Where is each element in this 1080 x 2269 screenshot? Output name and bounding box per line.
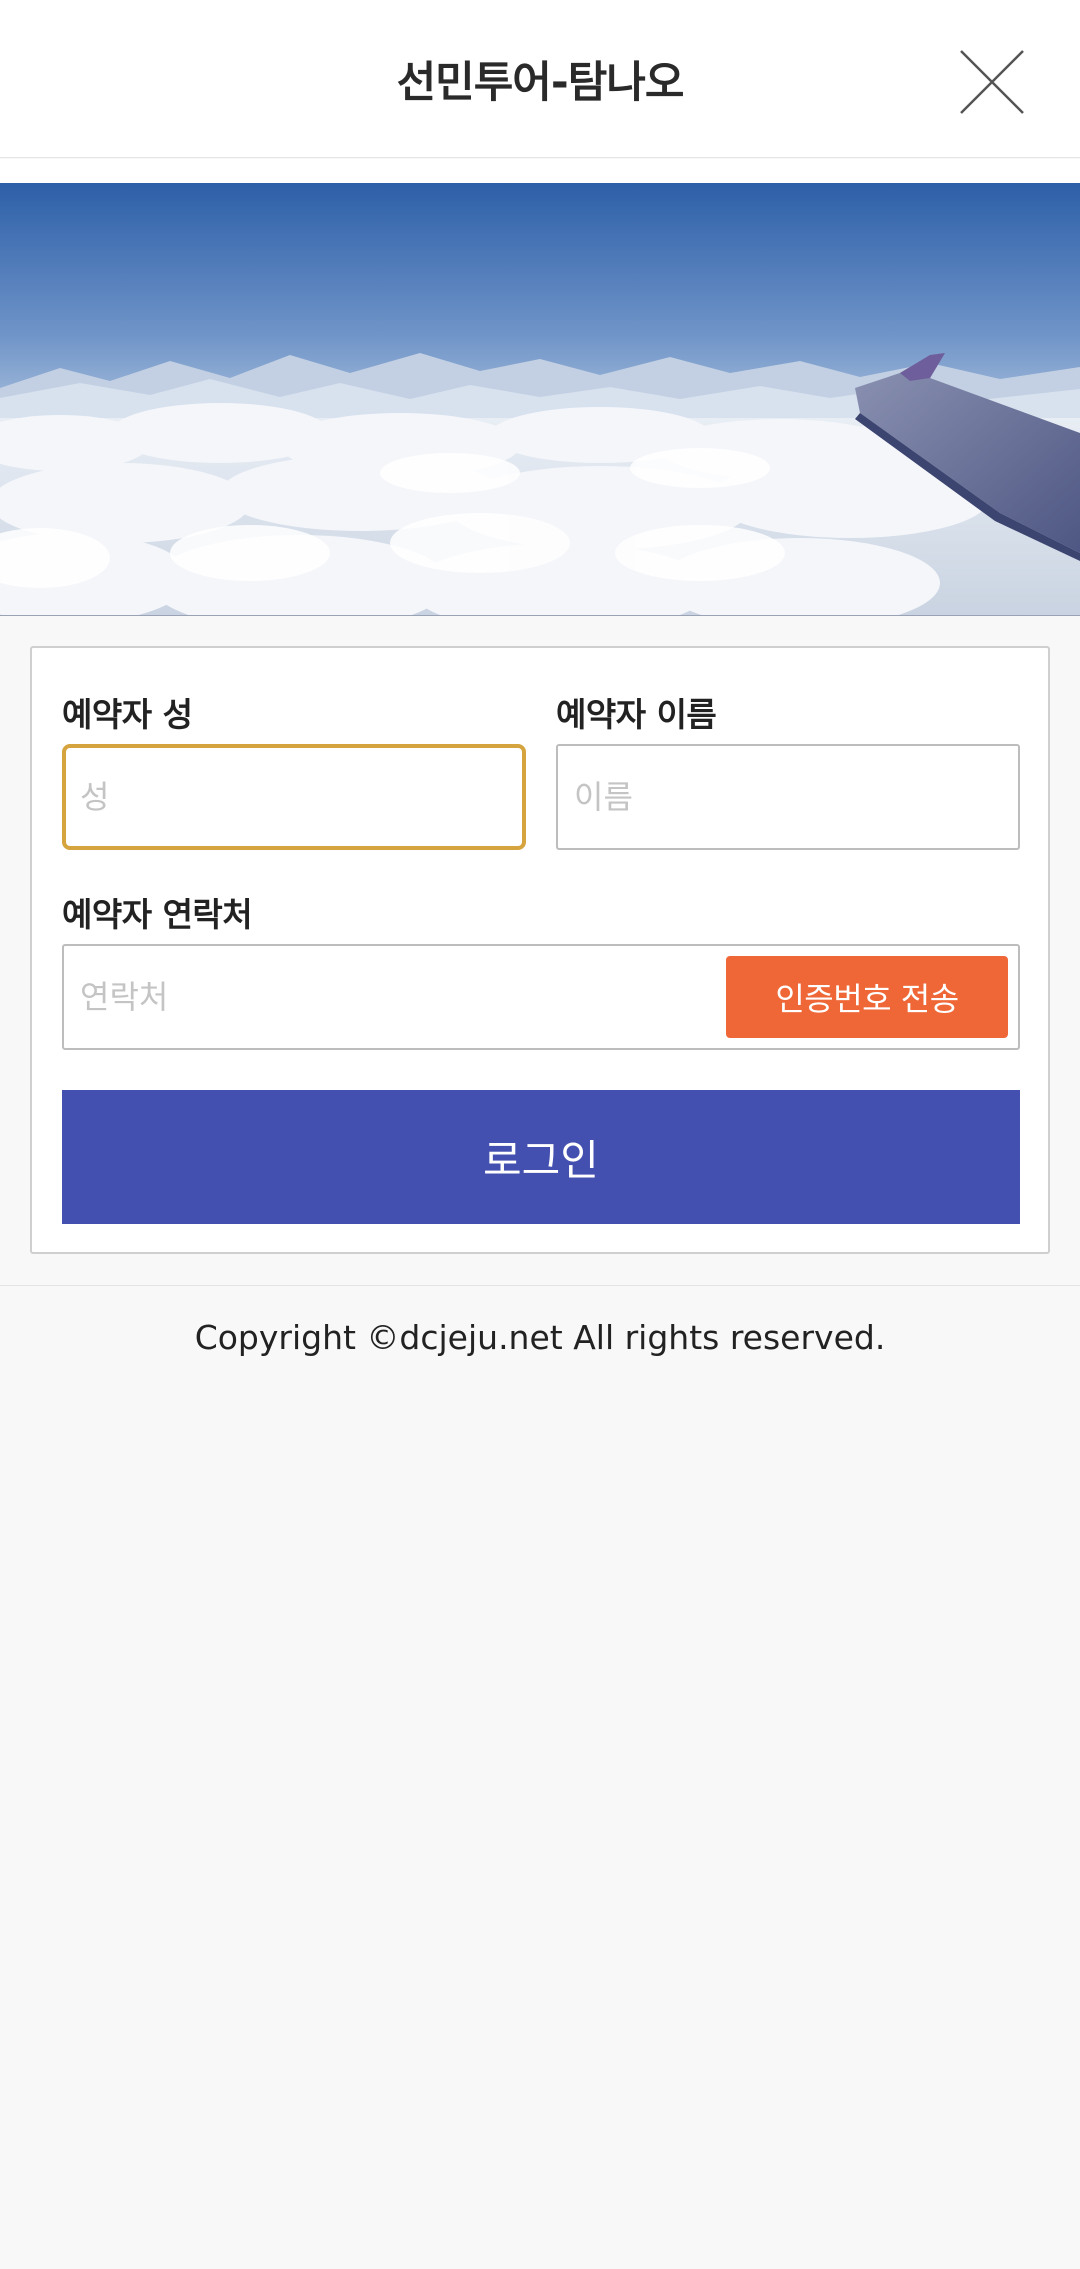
close-button[interactable]	[958, 48, 1026, 116]
login-form-card: 예약자 성 예약자 이름 예약자 연락처 인증번호 전송 로그인	[30, 646, 1050, 1254]
first-name-label: 예약자 이름	[556, 695, 717, 734]
login-button[interactable]: 로그인	[62, 1090, 1020, 1224]
last-name-input[interactable]	[62, 744, 526, 850]
app-header: 선민투어-탐나오	[0, 0, 1080, 158]
page-title: 선민투어-탐나오	[396, 58, 685, 108]
phone-label: 예약자 연락처	[62, 895, 253, 934]
airplane-wing-over-clouds-image	[0, 183, 1080, 615]
copyright-text: Copyright ©dcjeju.net All rights reserve…	[194, 1318, 886, 1357]
send-verification-code-button[interactable]: 인증번호 전송	[726, 956, 1008, 1038]
phone-field-group: 인증번호 전송	[62, 944, 1020, 1050]
hero-image	[0, 183, 1080, 616]
close-icon	[960, 50, 1024, 114]
phone-input[interactable]	[64, 946, 724, 1048]
last-name-label: 예약자 성	[62, 695, 193, 734]
first-name-input[interactable]	[556, 744, 1020, 850]
footer-divider	[0, 1285, 1080, 1286]
header-spacer	[0, 159, 1080, 183]
